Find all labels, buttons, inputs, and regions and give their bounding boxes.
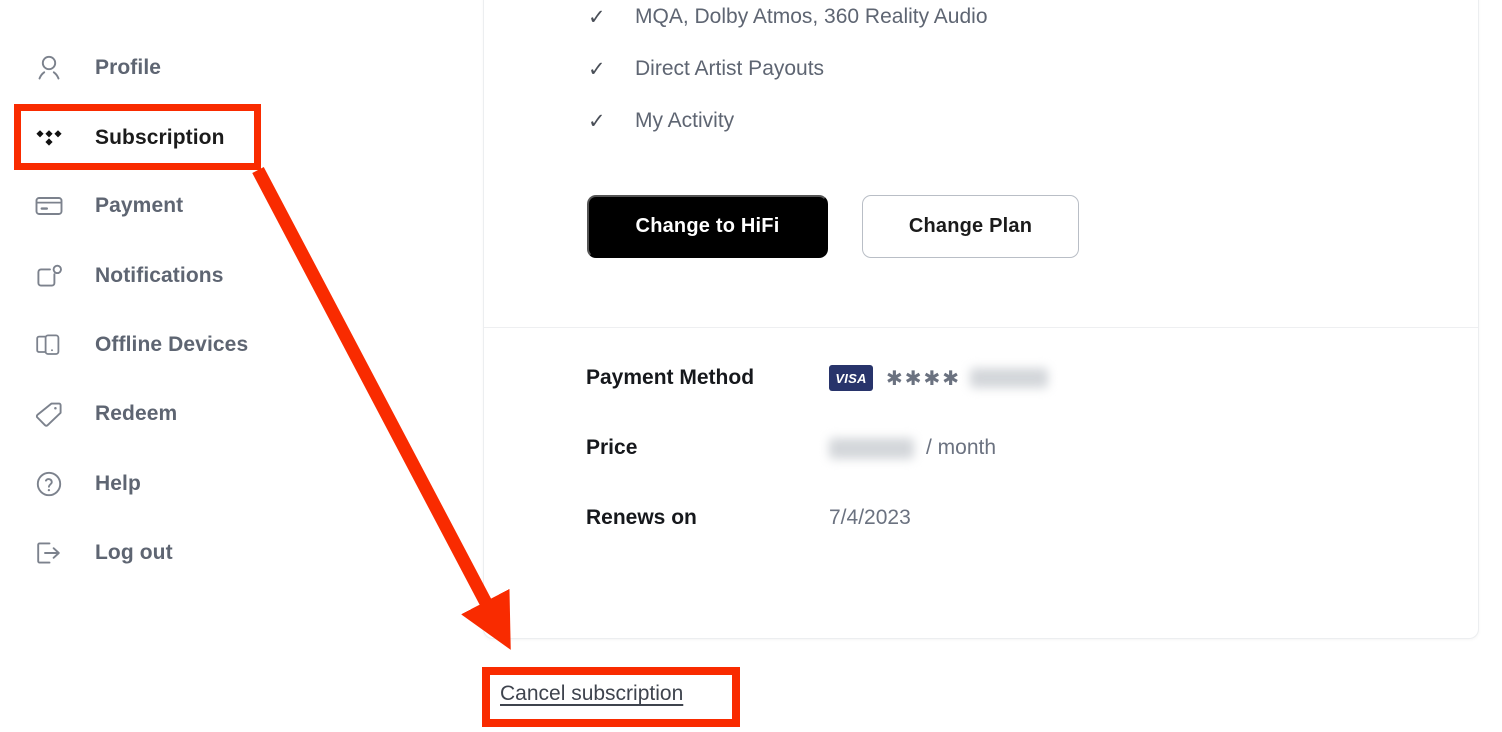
sidebar-item-label: Profile	[95, 56, 162, 79]
sidebar-item-label: Log out	[95, 541, 173, 564]
plan-feature: ✓ Direct Artist Payouts	[588, 56, 824, 82]
billing-details-section: Payment Method VISA ✱✱✱✱ Price / month R…	[484, 329, 1478, 638]
cancel-subscription-link[interactable]: Cancel subscription	[500, 682, 683, 705]
sidebar-item-log-out[interactable]: Log out	[14, 525, 394, 581]
cancel-subscription-wrap: Cancel subscription	[500, 682, 683, 706]
settings-sidebar: Profile Subscription Payment Notificatio…	[0, 0, 470, 732]
sidebar-item-label: Redeem	[95, 402, 178, 425]
sidebar-item-label: Offline Devices	[95, 333, 249, 356]
detail-row-renews-on: Renews on 7/4/2023	[586, 503, 911, 533]
detail-row-payment-method: Payment Method VISA ✱✱✱✱	[586, 363, 1049, 393]
detail-value: / month	[829, 436, 996, 460]
notification-icon	[32, 259, 66, 293]
plan-actions: Change to HiFi Change Plan	[587, 195, 1079, 258]
check-icon: ✓	[588, 5, 606, 29]
tag-icon	[32, 397, 66, 431]
plan-feature-label: Direct Artist Payouts	[635, 57, 825, 80]
redacted-price-amount	[829, 437, 914, 459]
plan-feature: ✓ MQA, Dolby Atmos, 360 Reality Audio	[588, 4, 988, 30]
credit-card-icon	[32, 189, 66, 223]
plan-section: ✓ MQA, Dolby Atmos, 360 Reality Audio ✓ …	[484, 0, 1478, 328]
detail-label: Renews on	[586, 506, 697, 529]
sidebar-item-subscription[interactable]: Subscription	[14, 110, 394, 166]
change-plan-button[interactable]: Change Plan	[862, 195, 1079, 258]
tidal-logo-icon	[32, 121, 66, 155]
sidebar-item-profile[interactable]: Profile	[14, 40, 394, 96]
sidebar-item-label: Notifications	[95, 264, 224, 287]
plan-feature-label: My Activity	[635, 109, 735, 132]
sidebar-item-help[interactable]: Help	[14, 456, 394, 512]
change-to-hifi-button[interactable]: Change to HiFi	[587, 195, 828, 258]
detail-value: VISA ✱✱✱✱	[829, 365, 1049, 391]
logout-icon	[32, 536, 66, 570]
check-icon: ✓	[588, 109, 606, 133]
sidebar-item-offline-devices[interactable]: Offline Devices	[14, 317, 394, 373]
person-icon	[32, 51, 66, 85]
plan-feature-label: MQA, Dolby Atmos, 360 Reality Audio	[635, 5, 988, 28]
sidebar-item-notifications[interactable]: Notifications	[14, 248, 394, 304]
redacted-card-digits	[970, 368, 1049, 388]
visa-logo-icon: VISA	[829, 365, 873, 391]
question-circle-icon	[32, 467, 66, 501]
subscription-settings-page: Profile Subscription Payment Notificatio…	[0, 0, 1502, 732]
detail-label: Payment Method	[586, 366, 755, 389]
sidebar-item-label: Subscription	[95, 126, 225, 149]
detail-row-price: Price / month	[586, 433, 996, 463]
detail-label: Price	[586, 436, 638, 459]
sidebar-item-payment[interactable]: Payment	[14, 178, 394, 234]
sidebar-item-label: Payment	[95, 194, 184, 217]
devices-icon	[32, 328, 66, 362]
renewal-date-value: 7/4/2023	[829, 506, 911, 529]
sidebar-item-label: Help	[95, 472, 141, 495]
sidebar-item-redeem[interactable]: Redeem	[14, 386, 394, 442]
check-icon: ✓	[588, 57, 606, 81]
price-period-label: / month	[926, 436, 997, 459]
card-mask: ✱✱✱✱	[886, 367, 962, 390]
subscription-card: ✓ MQA, Dolby Atmos, 360 Reality Audio ✓ …	[483, 0, 1479, 639]
plan-feature: ✓ My Activity	[588, 108, 734, 134]
